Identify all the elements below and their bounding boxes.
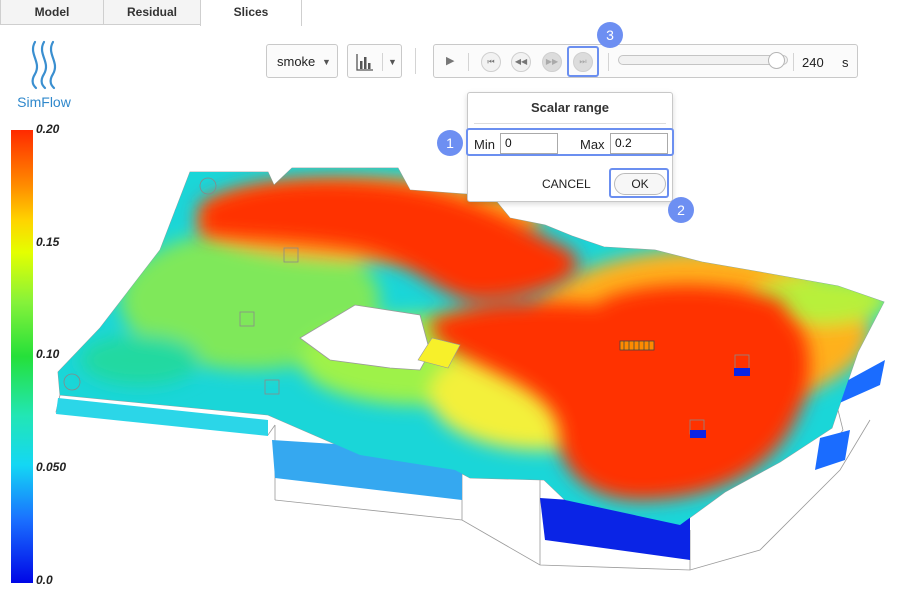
step-badge-2: 2 [668, 197, 694, 223]
divider [474, 123, 666, 124]
dialog-title: Scalar range [530, 100, 610, 115]
play-icon[interactable]: ▶ [446, 54, 454, 67]
logo-text: SimFlow [17, 94, 71, 110]
cancel-button[interactable]: CANCEL [542, 177, 591, 191]
first-frame-button[interactable]: ⏮ [481, 52, 501, 72]
smoke-visualization[interactable] [40, 150, 900, 590]
tab-residual[interactable]: Residual [103, 0, 201, 25]
last-frame-highlight [567, 46, 599, 77]
chevron-down-icon: ▼ [322, 57, 331, 67]
time-slider[interactable] [618, 55, 788, 65]
step-badge-3: 3 [597, 22, 623, 48]
previous-frame-button[interactable]: ◀◀ [511, 52, 531, 72]
colorbar [11, 130, 33, 583]
tab-model[interactable]: Model [0, 0, 104, 25]
field-select[interactable]: smoke ▼ [266, 44, 338, 78]
divider [608, 53, 609, 71]
divider [468, 53, 469, 71]
divider [382, 53, 383, 71]
time-value: 240 [802, 55, 824, 70]
bar-chart-icon [356, 54, 373, 71]
next-frame-button[interactable]: ▶▶ [542, 52, 562, 72]
step-badge-1: 1 [437, 130, 463, 156]
time-slider-handle[interactable] [768, 52, 785, 69]
divider [415, 48, 416, 74]
field-select-value: smoke [277, 54, 316, 69]
divider [793, 53, 794, 71]
ok-button-highlight [609, 168, 669, 198]
tab-slices[interactable]: Slices [200, 0, 302, 26]
colorbar-options-button[interactable]: ▼ [347, 44, 402, 78]
range-inputs-highlight [466, 128, 674, 156]
colorbar-tick-max: 0.20 [36, 122, 60, 136]
time-unit: s [842, 55, 849, 70]
chevron-down-icon[interactable]: ▼ [388, 57, 397, 67]
